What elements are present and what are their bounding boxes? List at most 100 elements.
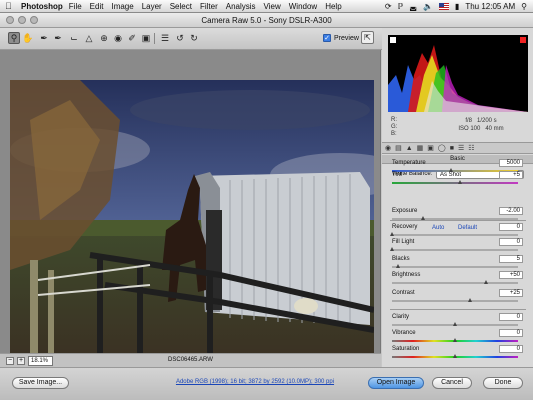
slider-thumb[interactable]: [457, 180, 462, 184]
snapshots-tab-icon[interactable]: ☷: [468, 144, 474, 152]
cancel-button[interactable]: Cancel: [432, 377, 472, 389]
app-menu[interactable]: Photoshop: [21, 2, 63, 11]
slider-value-field[interactable]: +5: [499, 171, 523, 179]
minimize-window-button[interactable]: [18, 16, 26, 24]
slider-value-field[interactable]: -2.00: [499, 207, 523, 215]
slider-label: Fill Light: [392, 239, 415, 245]
battery-icon[interactable]: ▮: [455, 2, 459, 11]
slider-track[interactable]: [392, 266, 518, 268]
slider-value-field[interactable]: 0: [499, 238, 523, 246]
slider-label: Tint: [392, 172, 402, 178]
window-title: Camera Raw 5.0 - Sony DSLR-A300: [201, 16, 332, 25]
tone-curve-tab-icon[interactable]: ▤: [395, 144, 402, 152]
straighten-tool-icon[interactable]: △: [83, 32, 95, 44]
photo-preview[interactable]: [10, 80, 374, 373]
preview-label: Preview: [334, 34, 359, 42]
slider-value-field[interactable]: 5000: [499, 159, 523, 167]
lens-tab-icon[interactable]: ◯: [438, 144, 446, 152]
menu-help[interactable]: Help: [325, 2, 341, 11]
menu-analysis[interactable]: Analysis: [226, 2, 256, 11]
slider-vibrance[interactable]: Vibrance 0: [392, 329, 523, 344]
slider-track[interactable]: [392, 182, 518, 184]
slider-thumb[interactable]: [389, 232, 394, 236]
slider-value-field[interactable]: 0: [499, 223, 523, 231]
image-preview-area[interactable]: [0, 50, 381, 373]
menu-image[interactable]: Image: [111, 2, 133, 11]
menu-view[interactable]: View: [264, 2, 281, 11]
slider-value-field[interactable]: +25: [499, 289, 523, 297]
panel-tabs: ◉ ▤ ▲ ▦ ▣ ◯ ■ ☰ ☷: [382, 142, 533, 154]
rotate-right-icon[interactable]: ↻: [188, 32, 200, 44]
sync-icon[interactable]: ⟳: [385, 2, 392, 11]
auto-link[interactable]: Auto: [432, 225, 444, 231]
menu-edit[interactable]: Edit: [90, 2, 104, 11]
camera-calibration-tab-icon[interactable]: ■: [450, 145, 454, 152]
menu-select[interactable]: Select: [170, 2, 192, 11]
workflow-options-link[interactable]: Adobe RGB (1998); 16 bit; 3872 by 2592 (…: [150, 379, 360, 385]
hsl-tab-icon[interactable]: ▦: [417, 144, 424, 152]
slider-track[interactable]: [392, 249, 518, 251]
slider-thumb[interactable]: [452, 354, 457, 358]
save-image-button[interactable]: Save Image...: [12, 377, 69, 389]
preview-toggle[interactable]: ✓ Preview: [323, 34, 359, 42]
menu-file[interactable]: File: [69, 2, 82, 11]
close-window-button[interactable]: [6, 16, 14, 24]
slider-clarity[interactable]: Clarity 0: [392, 313, 523, 328]
highlight-clip-warning-icon[interactable]: [520, 37, 526, 43]
slider-track[interactable]: [392, 234, 518, 236]
slider-thumb[interactable]: [484, 280, 488, 284]
menu-layer[interactable]: Layer: [142, 2, 162, 11]
volume-icon[interactable]: 🔈: [423, 2, 433, 11]
preferences-icon[interactable]: ☰: [159, 32, 171, 44]
slider-thumb[interactable]: [452, 338, 457, 342]
spot-removal-tool-icon[interactable]: ⊕: [98, 32, 110, 44]
adjustment-brush-icon[interactable]: ✐: [126, 32, 138, 44]
slider-brightness[interactable]: Brightness +50: [392, 271, 523, 286]
menu-filter[interactable]: Filter: [200, 2, 218, 11]
color-sampler-tool-icon[interactable]: ✒: [52, 32, 64, 44]
wifi-icon[interactable]: ◛: [409, 2, 417, 11]
split-toning-tab-icon[interactable]: ▣: [427, 144, 434, 152]
apple-icon[interactable]: : [5, 1, 15, 11]
zoom-window-button[interactable]: [30, 16, 38, 24]
shadow-clip-warning-icon[interactable]: [390, 37, 396, 43]
fullscreen-icon[interactable]: ⇱: [361, 31, 374, 44]
slider-thumb[interactable]: [395, 264, 400, 268]
hand-tool-icon[interactable]: ✋: [22, 32, 34, 44]
red-eye-tool-icon[interactable]: ◉: [112, 32, 124, 44]
zoom-tool-icon[interactable]: ⚲: [8, 32, 20, 44]
menu-window[interactable]: Window: [289, 2, 317, 11]
slider-value-field[interactable]: 0: [499, 345, 523, 353]
spotlight-icon[interactable]: ⚲: [521, 2, 527, 11]
basic-tab-icon[interactable]: ◉: [385, 144, 391, 152]
slider-value-field[interactable]: 0: [499, 329, 523, 337]
done-button[interactable]: Done: [483, 377, 523, 389]
slider-track[interactable]: [392, 282, 518, 284]
open-image-button[interactable]: Open Image: [368, 377, 424, 389]
slider-value-field[interactable]: 0: [499, 313, 523, 321]
rotate-left-icon[interactable]: ↺: [174, 32, 186, 44]
slider-fill-light[interactable]: Fill Light 0: [389, 238, 523, 253]
slider-thumb[interactable]: [467, 298, 472, 302]
slider-tint[interactable]: Tint +5: [392, 171, 523, 186]
slider-saturation[interactable]: Saturation 0: [392, 345, 523, 360]
flag-icon[interactable]: [438, 3, 449, 10]
image-filename: DSC06465.ARW: [168, 357, 213, 363]
graduated-filter-icon[interactable]: ▣: [140, 32, 152, 44]
bluetooth-icon[interactable]: ℙ: [398, 2, 404, 11]
default-link[interactable]: Default: [458, 225, 477, 231]
preview-checkbox[interactable]: ✓: [323, 34, 331, 42]
crop-tool-icon[interactable]: ⌙: [68, 32, 80, 44]
slider-blacks[interactable]: Blacks 5: [392, 255, 523, 270]
detail-tab-icon[interactable]: ▲: [406, 145, 413, 152]
slider-contrast[interactable]: Contrast +25: [392, 289, 523, 304]
slider-track[interactable]: [392, 300, 518, 302]
slider-recovery[interactable]: Recovery 0: [389, 223, 523, 238]
white-balance-tool-icon[interactable]: ✒: [38, 32, 50, 44]
presets-tab-icon[interactable]: ☰: [458, 144, 464, 152]
slider-value-field[interactable]: 5: [499, 255, 523, 263]
slider-thumb[interactable]: [389, 247, 394, 251]
menubar-clock[interactable]: Thu 12:05 AM: [465, 2, 515, 11]
slider-thumb[interactable]: [452, 322, 457, 326]
slider-value-field[interactable]: +50: [499, 271, 523, 279]
